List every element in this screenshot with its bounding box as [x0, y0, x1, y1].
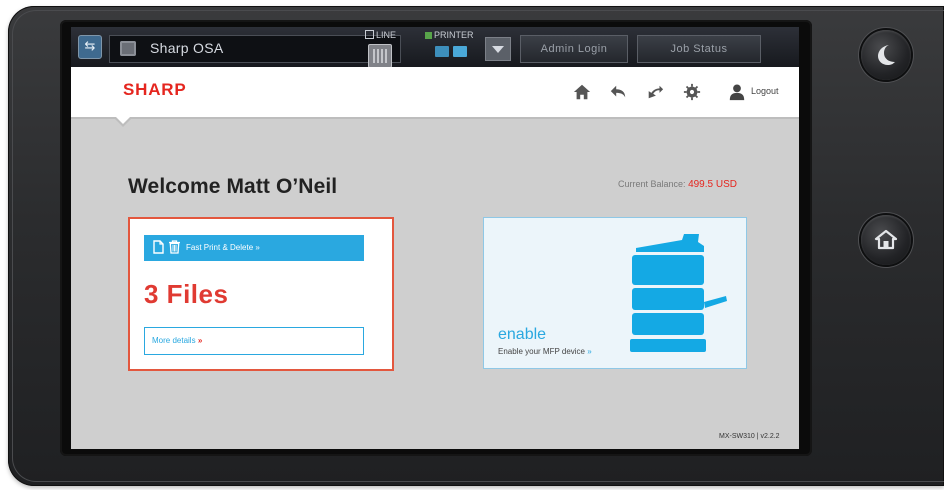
app-title: Sharp OSA [150, 40, 224, 56]
job-status-button[interactable]: Job Status [637, 35, 761, 63]
enable-arrow: » [587, 347, 592, 356]
keyboard-icon[interactable] [368, 44, 392, 68]
enable-title: enable [498, 326, 547, 343]
fast-print-arrow: » [255, 243, 260, 252]
home-button[interactable] [861, 215, 911, 265]
admin-login-button[interactable]: Admin Login [520, 35, 628, 63]
balance-label: Current Balance: [618, 179, 686, 189]
line-status-icon [365, 30, 374, 39]
header-pointer-inner [115, 116, 131, 124]
printer-icon [435, 44, 469, 58]
fast-print-label: Fast Print & Delete » [186, 243, 260, 252]
settings-icon[interactable] [683, 83, 701, 101]
status-dropdown-button[interactable] [485, 37, 511, 61]
line-label: LINE [376, 30, 397, 40]
swap-icon[interactable]: ⇆ [78, 35, 102, 59]
more-details-text: More details [152, 336, 196, 345]
printer-label: PRINTER [434, 30, 474, 40]
trash-icon [169, 240, 180, 254]
current-balance: Current Balance: 499.5 USD [618, 179, 737, 190]
sleep-button[interactable] [861, 30, 911, 80]
status-bar: ⇆ Sharp OSA LINE PRINTER Admin Login Job… [71, 27, 799, 68]
app-title-box: Sharp OSA [109, 35, 401, 68]
printer-indicator: PRINTER [425, 30, 474, 40]
document-icon [153, 240, 164, 254]
version-label: MX-SW310 | v2.2.2 [719, 433, 780, 440]
back-icon[interactable] [609, 83, 627, 101]
home-outline-icon [874, 229, 898, 250]
app-icon [120, 41, 136, 56]
enable-subtitle-text: Enable your MFP device [498, 347, 586, 356]
fast-print-card[interactable]: Fast Print & Delete » 3 Files More detai… [128, 217, 394, 371]
moon-icon [878, 45, 895, 65]
more-details-arrow: » [197, 336, 203, 345]
home-icon[interactable] [573, 83, 591, 101]
fast-print-text: Fast Print & Delete [186, 243, 254, 252]
printer-status-icon [425, 32, 432, 39]
more-details-button[interactable]: More details » [144, 327, 364, 355]
touch-screen: ⇆ Sharp OSA LINE PRINTER Admin Login Job… [71, 27, 799, 449]
app-header: SHARP Logout [71, 67, 799, 119]
chevron-down-icon [492, 46, 504, 53]
enable-subtitle: Enable your MFP device » [498, 347, 592, 356]
line-indicator: LINE [365, 30, 396, 40]
refresh-icon[interactable] [646, 83, 664, 101]
sharp-logo: SHARP [123, 80, 187, 99]
enable-mfp-card[interactable]: enable Enable your MFP device » [483, 217, 747, 369]
logout-link[interactable]: Logout [751, 86, 779, 96]
more-details-label: More details » [152, 336, 202, 345]
welcome-heading: Welcome Matt O’Neil [128, 175, 338, 198]
balance-value: 499.5 USD [688, 179, 737, 190]
user-icon[interactable] [728, 83, 746, 101]
files-count: 3 Files [144, 279, 229, 309]
fast-print-delete-button[interactable]: Fast Print & Delete » [144, 235, 364, 261]
mfp-printer-icon [630, 234, 727, 352]
